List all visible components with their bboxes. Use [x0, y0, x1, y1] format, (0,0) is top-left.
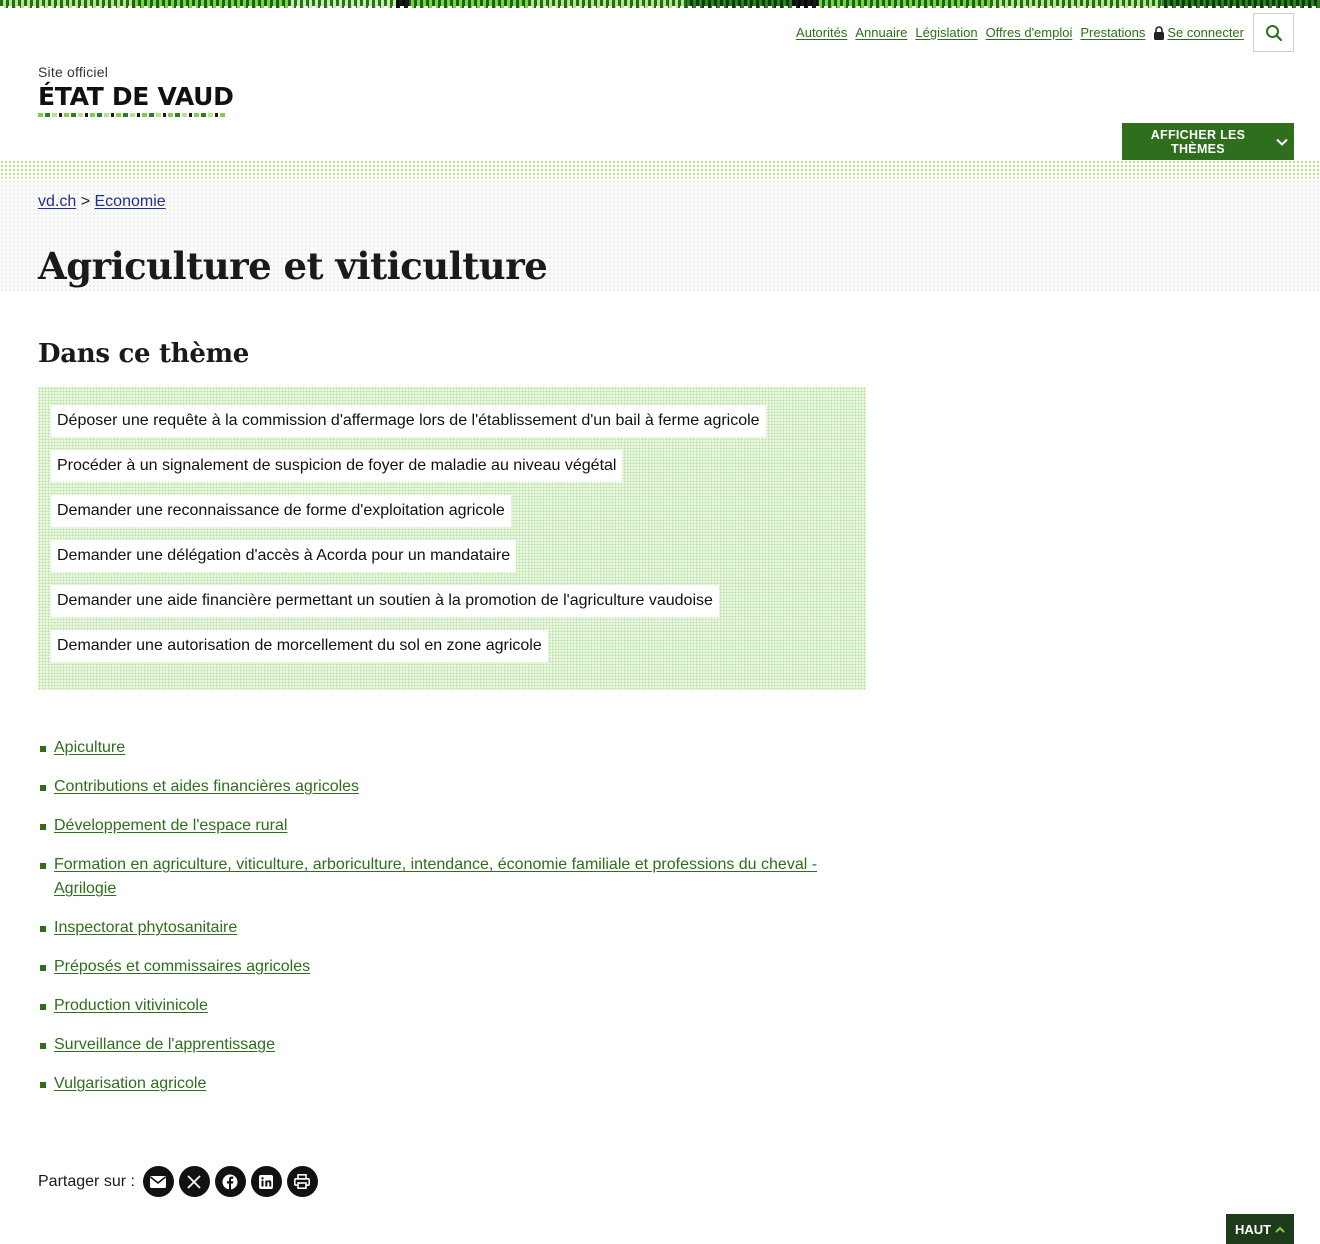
bullet-icon [40, 785, 46, 791]
brand-tagline: Site officiel [38, 64, 109, 80]
linkedin-icon [259, 1174, 274, 1189]
search-button[interactable] [1253, 13, 1294, 52]
bullet-icon [40, 1004, 46, 1010]
list-item: Apiculture [38, 736, 818, 760]
list-item: Inspectorat phytosanitaire [38, 916, 818, 940]
theme-service-link[interactable]: Demander une autorisation de morcellemen… [51, 630, 548, 662]
nav-link-legislation[interactable]: Législation [915, 25, 977, 40]
share-bar: Partager sur : [38, 1166, 318, 1197]
bullet-icon [40, 746, 46, 752]
subtopic-link[interactable]: Surveillance de l'apprentissage [54, 1036, 275, 1053]
subtopic-list: Apiculture Contributions et aides financ… [38, 736, 818, 1111]
search-icon [1265, 24, 1283, 42]
subtopic-link[interactable]: Production vitivinicole [54, 997, 208, 1014]
subtopic-link[interactable]: Formation en agriculture, viticulture, a… [54, 856, 817, 897]
utility-nav: Autorités Annuaire Législation Offres d'… [796, 25, 1244, 40]
brand-name: ÉTAT DE VAUD [38, 82, 234, 111]
in-theme-box: Déposer une requête à la commission d'af… [38, 387, 866, 690]
share-linkedin-button[interactable] [250, 1166, 282, 1197]
back-to-top-label: HAUT [1234, 1221, 1272, 1237]
top-decorative-stripe [0, 0, 1320, 8]
show-themes-button[interactable]: AFFICHER LES THÈMES [1122, 123, 1294, 160]
theme-service-link[interactable]: Demander une délégation d'accès à Acorda… [51, 540, 517, 572]
show-themes-label: AFFICHER LES THÈMES [1150, 127, 1246, 156]
list-item: Surveillance de l'apprentissage [38, 1033, 818, 1057]
breadcrumb-separator: > [80, 193, 91, 210]
nav-link-prestations[interactable]: Prestations [1080, 25, 1145, 40]
x-icon [187, 1174, 202, 1189]
list-item: Formation en agriculture, viticulture, a… [38, 853, 818, 901]
bullet-icon [40, 965, 46, 971]
print-icon [294, 1174, 311, 1189]
breadcrumb-economie[interactable]: Economie [95, 193, 166, 210]
list-item: Préposés et commissaires agricoles [38, 955, 818, 979]
breadcrumb: vd.ch > Economie [38, 193, 166, 211]
share-label: Partager sur : [38, 1172, 135, 1190]
lock-icon [1153, 25, 1165, 40]
nav-link-offres-emploi[interactable]: Offres d'emploi [986, 25, 1073, 40]
site-logo[interactable]: Site officiel ÉTAT DE VAUD [38, 64, 234, 117]
share-x-button[interactable] [178, 1166, 210, 1197]
theme-service-link[interactable]: Déposer une requête à la commission d'af… [51, 405, 766, 437]
theme-service-link[interactable]: Demander une reconnaissance de forme d'e… [51, 495, 511, 527]
breadcrumb-home[interactable]: vd.ch [38, 193, 76, 210]
list-item: Développement de l'espace rural [38, 814, 818, 838]
subtopic-link[interactable]: Inspectorat phytosanitaire [54, 919, 237, 936]
email-icon [150, 1175, 167, 1188]
list-item: Contributions et aides financières agric… [38, 775, 818, 799]
chevron-up-icon [1275, 1226, 1285, 1233]
bullet-icon [40, 1082, 46, 1088]
print-button[interactable] [286, 1166, 318, 1197]
list-item: Production vitivinicole [38, 994, 818, 1018]
theme-service-link[interactable]: Procéder à un signalement de suspicion d… [51, 450, 623, 482]
brand-stripe [38, 113, 225, 117]
list-item: Vulgarisation agricole [38, 1072, 818, 1096]
chevron-down-icon [1276, 138, 1288, 146]
in-theme-title: Dans ce thème [38, 339, 250, 369]
page-title: Agriculture et viticulture [38, 244, 548, 288]
share-email-button[interactable] [142, 1166, 174, 1197]
subtopic-link[interactable]: Vulgarisation agricole [54, 1075, 206, 1092]
nav-link-autorites[interactable]: Autorités [796, 25, 847, 40]
bullet-icon [40, 926, 46, 932]
subtopic-link[interactable]: Contributions et aides financières agric… [54, 778, 359, 795]
theme-service-link[interactable]: Demander une aide financière permettant … [51, 585, 719, 617]
bullet-icon [40, 863, 46, 869]
login-link-wrapper: Se connecter [1153, 25, 1244, 40]
login-link[interactable]: Se connecter [1167, 25, 1244, 40]
nav-link-annuaire[interactable]: Annuaire [855, 25, 907, 40]
subtopic-link[interactable]: Préposés et commissaires agricoles [54, 958, 310, 975]
subtopic-link[interactable]: Développement de l'espace rural [54, 817, 287, 834]
bullet-icon [40, 824, 46, 830]
bullet-icon [40, 1043, 46, 1049]
share-facebook-button[interactable] [214, 1166, 246, 1197]
subtopic-link[interactable]: Apiculture [54, 739, 125, 756]
facebook-icon [222, 1174, 238, 1190]
